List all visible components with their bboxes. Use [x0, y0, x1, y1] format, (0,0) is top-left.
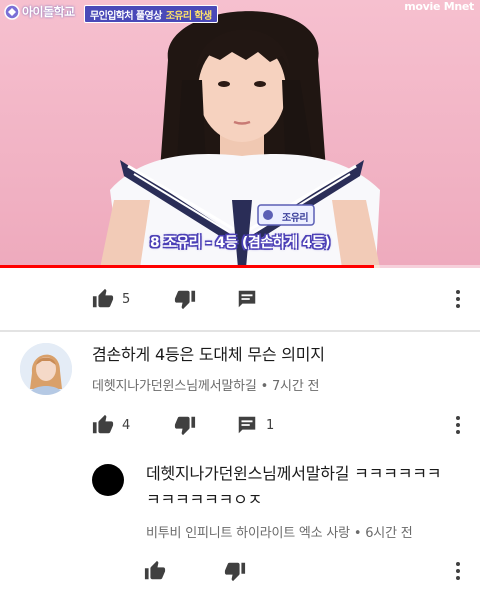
- reply-author[interactable]: 비투비 인피니트 하이라이트 엑소 사랑: [146, 526, 350, 541]
- comment-time: 7시간 전: [271, 379, 320, 394]
- broadcaster-watermark: movie Mnet: [404, 0, 474, 13]
- reply-text-line1: 데헷지나가던윈스님께서말하길 ㅋㅋㅋㅋㅋㅋ: [146, 464, 442, 483]
- comment-icon: [238, 290, 256, 308]
- thumb-up-icon: [144, 560, 166, 580]
- reply-text-line2: ㅋㅋㅋㅋㅋㅋㅇㅈ: [146, 490, 263, 509]
- reply-button[interactable]: [236, 284, 258, 314]
- channel-logo: 아이돌학교: [4, 3, 75, 20]
- more-options-button[interactable]: [448, 284, 468, 314]
- video-progress-bar[interactable]: [0, 265, 480, 268]
- avatar-photo: [20, 343, 72, 395]
- more-vert-icon: [456, 290, 460, 294]
- comment-meta: 데헷지나가던윈스님께서말하길 • 7시간 전: [92, 375, 319, 394]
- thumb-down-icon: [224, 562, 246, 582]
- thumb-up-icon: [92, 288, 114, 308]
- video-player[interactable]: 아이돌학교 무인입학처 풀영상 조유리 학생 movie Mnet 조유리 8 …: [0, 0, 480, 268]
- more-vert-icon: [456, 562, 460, 566]
- more-vert-icon: [456, 416, 460, 420]
- comment-like-count: 4: [122, 417, 131, 433]
- video-subtitle: 8 조유리 - 4등 (겸손하게 4등): [149, 235, 331, 251]
- caption-tag-main: 무인입학처 풀영상: [90, 10, 162, 22]
- thumb-down-icon: [174, 290, 196, 310]
- comment-icon: [238, 416, 256, 434]
- video-actions-row: 5: [0, 284, 480, 314]
- meta-separator: •: [353, 526, 362, 541]
- reply-actions-row: [0, 556, 480, 586]
- reply-avatar[interactable]: [92, 464, 124, 496]
- video-progress-fill: [0, 265, 375, 268]
- idol-school-logo-icon: [4, 3, 20, 20]
- reply-dislike-button[interactable]: [224, 556, 246, 586]
- comment-avatar[interactable]: [20, 343, 72, 395]
- comment-author[interactable]: 데헷지나가던윈스님께서말하길: [92, 379, 257, 394]
- channel-logo-text: 아이돌학교: [22, 5, 75, 19]
- section-divider: [0, 330, 480, 332]
- comment-text: 겸손하게 4등은 도대체 무슨 의미지: [92, 345, 325, 364]
- comment-actions-row: 4 1: [0, 410, 480, 440]
- comment-more-button[interactable]: [448, 410, 468, 440]
- dislike-button[interactable]: [174, 284, 196, 314]
- comment-reply-count: 1: [266, 417, 275, 433]
- thumb-down-icon: [174, 416, 196, 436]
- meta-separator: •: [260, 379, 269, 394]
- reply-more-button[interactable]: [448, 556, 468, 586]
- comment-dislike-button[interactable]: [174, 410, 196, 440]
- like-count: 5: [122, 291, 131, 307]
- like-button[interactable]: 5: [92, 284, 130, 314]
- uniform-nametag: 조유리: [282, 213, 309, 224]
- comment-reply-button[interactable]: 1: [236, 410, 274, 440]
- comment-like-button[interactable]: 4: [92, 410, 130, 440]
- thumb-up-icon: [92, 414, 114, 434]
- reply-meta: 비투비 인피니트 하이라이트 엑소 사랑 • 6시간 전: [146, 522, 413, 541]
- video-frame-illustration: [100, 11, 380, 268]
- caption-tag-name: 조유리 학생: [165, 10, 212, 22]
- reply-like-button[interactable]: [144, 556, 166, 586]
- reply-time: 6시간 전: [365, 526, 413, 541]
- caption-tag: 무인입학처 풀영상 조유리 학생: [84, 5, 218, 23]
